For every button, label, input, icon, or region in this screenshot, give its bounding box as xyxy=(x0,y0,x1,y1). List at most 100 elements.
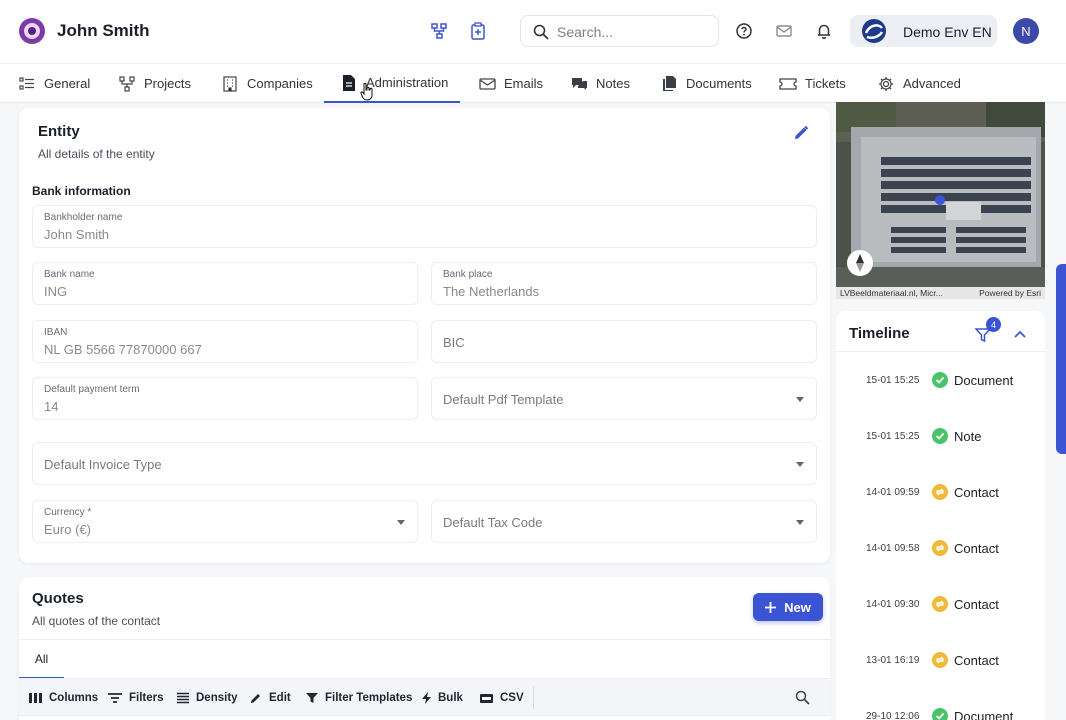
tab-all[interactable]: All xyxy=(19,640,64,679)
timeline-item[interactable]: 13-01 16:19 Contact xyxy=(866,650,1046,670)
search-input[interactable] xyxy=(557,20,707,44)
timeline-item[interactable]: 14-01 09:58 Contact xyxy=(866,538,1046,558)
mouse-cursor-icon xyxy=(360,82,374,106)
check-circle-icon xyxy=(932,708,948,720)
tab-emails[interactable]: Emails xyxy=(478,64,543,103)
mail-icon[interactable] xyxy=(774,21,794,41)
grid-toolbar: Columns Filters Density Edit Filter Temp… xyxy=(19,678,830,716)
timeline-label: Contact xyxy=(954,596,999,612)
bank-place-field[interactable]: Bank place The Netherlands xyxy=(431,262,817,305)
payment-term-field[interactable]: Default payment term 14 xyxy=(32,377,418,420)
compass-icon[interactable] xyxy=(847,250,873,276)
field-label: IBAN xyxy=(44,327,68,338)
timeline-panel: Timeline 4 15-01 15:25 Document 15-01 15:2… xyxy=(836,311,1045,720)
tab-tickets[interactable]: Tickets xyxy=(779,64,846,103)
environment-label: Demo Env EN xyxy=(903,24,992,40)
filter-count-badge: 4 xyxy=(986,317,1001,332)
tab-label: General xyxy=(44,76,91,91)
timeline-item[interactable]: 15-01 15:25 Note xyxy=(866,426,1046,446)
field-placeholder: BIC xyxy=(443,335,465,350)
tab-companies[interactable]: Companies xyxy=(221,64,313,103)
entity-title: Entity xyxy=(38,123,80,140)
timeline-label: Contact xyxy=(954,652,999,668)
bankholder-name-field[interactable]: Bankholder name John Smith xyxy=(32,205,817,248)
filters-button[interactable]: Filters xyxy=(108,679,164,717)
edit-button[interactable]: Edit xyxy=(250,679,291,717)
timeline-item[interactable]: 14-01 09:30 Contact xyxy=(866,594,1046,614)
timeline-label: Document xyxy=(954,372,1014,388)
tab-administration[interactable]: Administration xyxy=(324,64,460,103)
tab-general[interactable]: General xyxy=(18,64,90,103)
field-label: Bankholder name xyxy=(44,212,123,223)
satellite-map[interactable]: LVBeeldmateriaal.nl, Micr... Powered by … xyxy=(836,102,1045,299)
help-icon[interactable] xyxy=(734,21,754,41)
pdf-template-select[interactable]: Default Pdf Template xyxy=(431,377,817,420)
avatar[interactable]: N xyxy=(1013,18,1039,44)
dropdown-arrow-icon xyxy=(397,520,405,525)
csv-button[interactable]: CSV xyxy=(480,679,524,717)
field-placeholder: Default Pdf Template xyxy=(443,392,564,407)
currency-select[interactable]: Currency * Euro (€) xyxy=(32,500,418,543)
divider xyxy=(836,351,1045,352)
tab-advanced[interactable]: Advanced xyxy=(877,64,961,103)
lightning-icon xyxy=(422,692,431,704)
timeline-label: Document xyxy=(954,708,1014,720)
timeline-label: Note xyxy=(954,428,982,444)
tab-label: Tickets xyxy=(805,76,846,91)
invoice-type-select[interactable]: Default Invoice Type xyxy=(32,442,817,485)
tab-notes[interactable]: Notes xyxy=(570,64,630,103)
bell-icon[interactable] xyxy=(814,21,834,41)
iban-field[interactable]: IBAN NL GB 5566 77870000 667 xyxy=(32,320,418,363)
toolbar-label: Bulk xyxy=(438,692,463,704)
edit-icon[interactable] xyxy=(792,124,810,142)
field-placeholder: Default Tax Code xyxy=(443,515,543,530)
timeline-title: Timeline xyxy=(849,325,910,342)
app-logo[interactable] xyxy=(19,18,45,44)
sync-circle-icon xyxy=(932,596,948,612)
tab-label: Companies xyxy=(247,76,313,91)
page-title: John Smith xyxy=(57,21,150,40)
tab-documents[interactable]: Documents xyxy=(660,64,752,103)
field-label: Default payment term xyxy=(44,384,140,395)
density-icon xyxy=(177,692,189,704)
building-icon xyxy=(221,75,239,93)
search-box[interactable] xyxy=(520,15,719,47)
bic-field[interactable]: BIC xyxy=(431,320,817,363)
tab-label: Documents xyxy=(686,76,752,91)
timeline-item[interactable]: 14-01 09:59 Contact xyxy=(866,482,1046,502)
quotes-tabs: All xyxy=(19,639,830,679)
hierarchy-icon[interactable] xyxy=(429,21,449,41)
tax-code-select[interactable]: Default Tax Code xyxy=(431,500,817,543)
chat-icon xyxy=(570,75,588,93)
density-button[interactable]: Density xyxy=(177,679,238,717)
chevron-up-icon[interactable] xyxy=(1014,325,1026,343)
field-value: John Smith xyxy=(44,227,110,242)
bank-name-field[interactable]: Bank name ING xyxy=(32,262,418,305)
toolbar-label: Columns xyxy=(49,692,99,704)
filter-templates-button[interactable]: Filter Templates xyxy=(306,679,412,717)
documents-icon xyxy=(660,75,678,93)
plus-icon xyxy=(765,601,777,613)
clipboard-add-icon[interactable] xyxy=(468,21,488,41)
columns-icon xyxy=(29,693,42,703)
field-value: NL GB 5566 77870000 667 xyxy=(44,342,202,357)
quotes-title: Quotes xyxy=(32,590,84,607)
side-panel-handle[interactable] xyxy=(1056,264,1066,454)
timeline-time: 13-01 16:19 xyxy=(866,654,920,666)
new-quote-button[interactable]: New xyxy=(753,593,823,621)
tab-label: Advanced xyxy=(903,76,961,91)
search-icon[interactable] xyxy=(795,690,810,710)
bulk-button[interactable]: Bulk xyxy=(422,679,463,717)
top-bar: John Smith Demo Env EN N xyxy=(0,0,1066,63)
pencil-icon xyxy=(251,694,260,703)
field-placeholder: Default Invoice Type xyxy=(44,457,162,472)
toolbar-label: Filter Templates xyxy=(325,692,413,704)
timeline-item[interactable]: 29-10 12:06 Document xyxy=(866,706,1046,720)
timeline-item[interactable]: 15-01 15:25 Document xyxy=(866,370,1046,390)
timeline-label: Contact xyxy=(954,540,999,556)
toolbar-label: Edit xyxy=(269,692,291,704)
tab-projects[interactable]: Projects xyxy=(118,64,191,103)
environment-switcher[interactable]: Demo Env EN xyxy=(850,15,997,47)
columns-button[interactable]: Columns xyxy=(29,679,98,717)
field-value: 14 xyxy=(44,399,59,414)
